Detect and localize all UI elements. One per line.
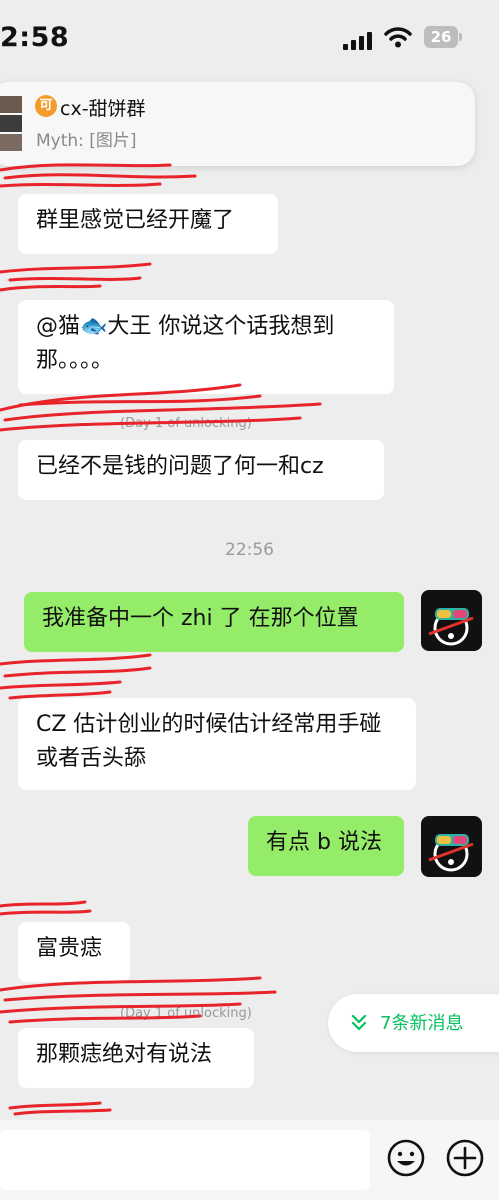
my-message-bubble[interactable]: 有点 b 说法 xyxy=(248,816,404,876)
message-bubble[interactable]: CZ 估计创业的时候估计经常用手碰 或者舌头舔 xyxy=(18,698,416,790)
status-bar: 2:58 26 xyxy=(0,0,499,80)
double-chevron-down-icon xyxy=(351,1014,367,1031)
app-badge-icon: 可 xyxy=(35,95,57,117)
banner-title: cx-甜饼群 xyxy=(60,98,146,120)
sender-name: (Day 1 of unlocking) xyxy=(120,1006,252,1021)
status-time: 2:58 xyxy=(0,22,70,53)
new-messages-button[interactable]: 7条新消息 xyxy=(328,994,499,1052)
avatar-goggles-icon xyxy=(428,608,474,646)
message-input[interactable] xyxy=(0,1130,370,1190)
sender-name: (Day 1 of unlocking) xyxy=(120,416,252,431)
message-bubble[interactable]: 那颗痣绝对有说法 xyxy=(18,1028,254,1088)
my-message-bubble[interactable]: 我准备中一个 zhi 了 在那个位置 xyxy=(24,592,404,652)
my-avatar[interactable] xyxy=(421,816,482,877)
plus-icon[interactable] xyxy=(445,1138,485,1178)
message-bubble[interactable]: 已经不是钱的问题了何一和cz xyxy=(18,440,384,500)
input-bar xyxy=(0,1120,499,1200)
new-messages-label: 7条新消息 xyxy=(380,1013,464,1034)
emoji-icon[interactable] xyxy=(386,1138,426,1178)
banner-subtitle: Myth: [图片] xyxy=(36,131,137,151)
battery-icon: 26 xyxy=(424,26,458,48)
signal-icon xyxy=(343,30,375,50)
battery-level: 26 xyxy=(430,28,452,46)
message-bubble[interactable]: @猫🐟大王 你说这个话我想到那。。。。 xyxy=(18,300,394,394)
battery-tip xyxy=(459,33,462,41)
group-avatar xyxy=(0,96,22,152)
notification-banner[interactable]: 可 cx-甜饼群 Myth: [图片] xyxy=(0,82,475,166)
message-bubble[interactable]: 群里感觉已经开魔了 xyxy=(18,194,278,254)
wifi-icon xyxy=(384,27,412,48)
message-bubble[interactable]: 富贵痣 xyxy=(18,922,130,982)
my-avatar[interactable] xyxy=(421,590,482,651)
chat-timestamp: 22:56 xyxy=(225,540,274,560)
avatar-goggles-icon xyxy=(428,834,474,872)
